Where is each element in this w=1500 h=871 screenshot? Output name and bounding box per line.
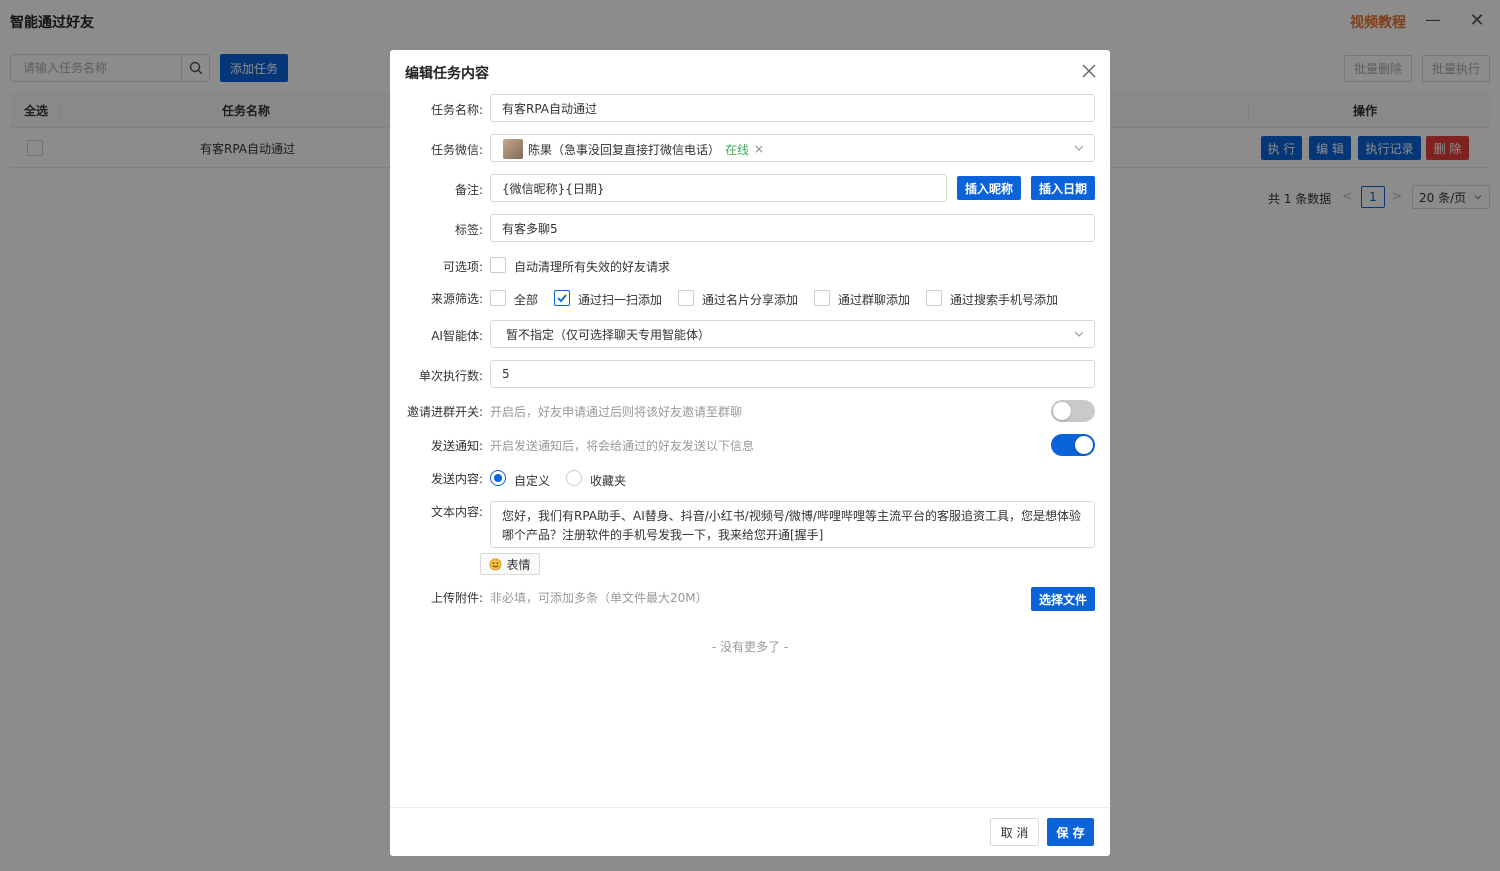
send-notice-toggle[interactable] bbox=[1051, 434, 1095, 456]
tag-value: 有客多聊5 bbox=[502, 221, 558, 236]
source-scan-text: 通过扫一扫添加 bbox=[578, 293, 663, 307]
avatar bbox=[503, 139, 523, 159]
source-filter-label: 来源筛选: bbox=[430, 292, 483, 306]
online-status: 在线 bbox=[725, 142, 750, 157]
choose-file-button[interactable]: 选择文件 bbox=[1031, 587, 1095, 611]
auto-clean-text: 自动清理所有失效的好友请求 bbox=[514, 260, 671, 274]
source-group-checkbox[interactable] bbox=[814, 290, 830, 306]
favorites-radio-text: 收藏夹 bbox=[590, 474, 627, 488]
smile-icon bbox=[490, 558, 502, 570]
chevron-down-icon bbox=[1074, 145, 1084, 151]
cancel-button[interactable]: 取 消 bbox=[990, 818, 1039, 846]
chevron-down-icon bbox=[1074, 331, 1084, 337]
send-notice-hint: 开启发送通知后，将会给通过的好友发送以下信息 bbox=[490, 439, 755, 453]
invite-group-toggle[interactable] bbox=[1051, 400, 1095, 422]
batch-count-input[interactable]: 5 bbox=[490, 360, 1095, 388]
send-notice-label: 发送通知: bbox=[430, 439, 483, 453]
favorites-radio[interactable] bbox=[566, 470, 582, 486]
modal-title: 编辑任务内容 bbox=[405, 66, 489, 82]
ai-agent-value: 暂不指定（仅可选择聊天专用智能体） bbox=[506, 327, 711, 342]
toggle-knob bbox=[1075, 436, 1093, 454]
remark-input[interactable]: {微信昵称}{日期} bbox=[490, 174, 947, 202]
source-phone-text: 通过搜索手机号添加 bbox=[950, 293, 1059, 307]
ai-agent-label: AI智能体: bbox=[431, 329, 483, 343]
batch-count-value: 5 bbox=[502, 367, 510, 381]
footer-divider bbox=[390, 807, 1110, 808]
insert-nickname-button[interactable]: 插入昵称 bbox=[957, 176, 1021, 200]
tag-input[interactable]: 有客多聊5 bbox=[490, 214, 1095, 242]
task-name-label: 任务名称: bbox=[430, 103, 483, 117]
invite-group-label: 邀请进群开关: bbox=[406, 405, 483, 419]
custom-radio[interactable] bbox=[490, 470, 506, 486]
task-name-input[interactable]: 有客RPA自动通过 bbox=[490, 94, 1095, 122]
invite-group-hint: 开启后，好友申请通过后则将该好友邀请至群聊 bbox=[490, 405, 743, 419]
toggle-knob bbox=[1053, 402, 1071, 420]
close-icon[interactable] bbox=[1080, 62, 1098, 80]
source-all-text: 全部 bbox=[514, 293, 539, 307]
ai-agent-select[interactable]: 暂不指定（仅可选择聊天专用智能体） bbox=[490, 320, 1095, 348]
task-name-value: 有客RPA自动通过 bbox=[502, 101, 598, 116]
source-card-text: 通过名片分享添加 bbox=[702, 293, 799, 307]
edit-task-modal: 编辑任务内容 任务名称: 有客RPA自动通过 任务微信: 陈果（急事没回复直接打… bbox=[390, 50, 1110, 856]
attachment-label: 上传附件: bbox=[430, 591, 483, 605]
insert-date-button[interactable]: 插入日期 bbox=[1031, 176, 1095, 200]
source-card-checkbox[interactable] bbox=[678, 290, 694, 306]
wechat-account-name: 陈果（急事没回复直接打微信电话） bbox=[528, 142, 721, 157]
tag-label: 标签: bbox=[454, 223, 483, 237]
text-content-label: 文本内容: bbox=[430, 505, 483, 519]
attachment-hint: 非必填，可添加多条（单文件最大20M） bbox=[490, 591, 708, 605]
remove-account-icon[interactable]: × bbox=[754, 142, 764, 156]
text-content-textarea[interactable]: 您好，我们有RPA助手、AI替身、抖音/小红书/视频号/微博/哔哩哔哩等主流平台… bbox=[490, 501, 1095, 548]
custom-radio-text: 自定义 bbox=[514, 474, 551, 488]
task-wechat-label: 任务微信: bbox=[430, 143, 483, 157]
options-label: 可选项: bbox=[442, 260, 483, 274]
batch-count-label: 单次执行数: bbox=[418, 369, 483, 383]
emoji-button-label: 表情 bbox=[506, 557, 531, 572]
check-icon bbox=[557, 294, 567, 303]
save-button[interactable]: 保 存 bbox=[1047, 818, 1094, 846]
no-more-text: - 没有更多了 - bbox=[711, 640, 789, 654]
source-phone-checkbox[interactable] bbox=[926, 290, 942, 306]
source-scan-checkbox[interactable] bbox=[554, 290, 570, 306]
task-wechat-select[interactable]: 陈果（急事没回复直接打微信电话） 在线 × bbox=[490, 134, 1095, 162]
wechat-account-chip: 陈果（急事没回复直接打微信电话） 在线 × bbox=[503, 139, 764, 159]
remark-value: {微信昵称}{日期} bbox=[502, 181, 605, 196]
emoji-button[interactable]: 表情 bbox=[480, 553, 540, 575]
send-content-label: 发送内容: bbox=[430, 472, 483, 486]
auto-clean-checkbox[interactable] bbox=[490, 257, 506, 273]
source-all-checkbox[interactable] bbox=[490, 290, 506, 306]
source-group-text: 通过群聊添加 bbox=[838, 293, 911, 307]
remark-label: 备注: bbox=[454, 183, 483, 197]
